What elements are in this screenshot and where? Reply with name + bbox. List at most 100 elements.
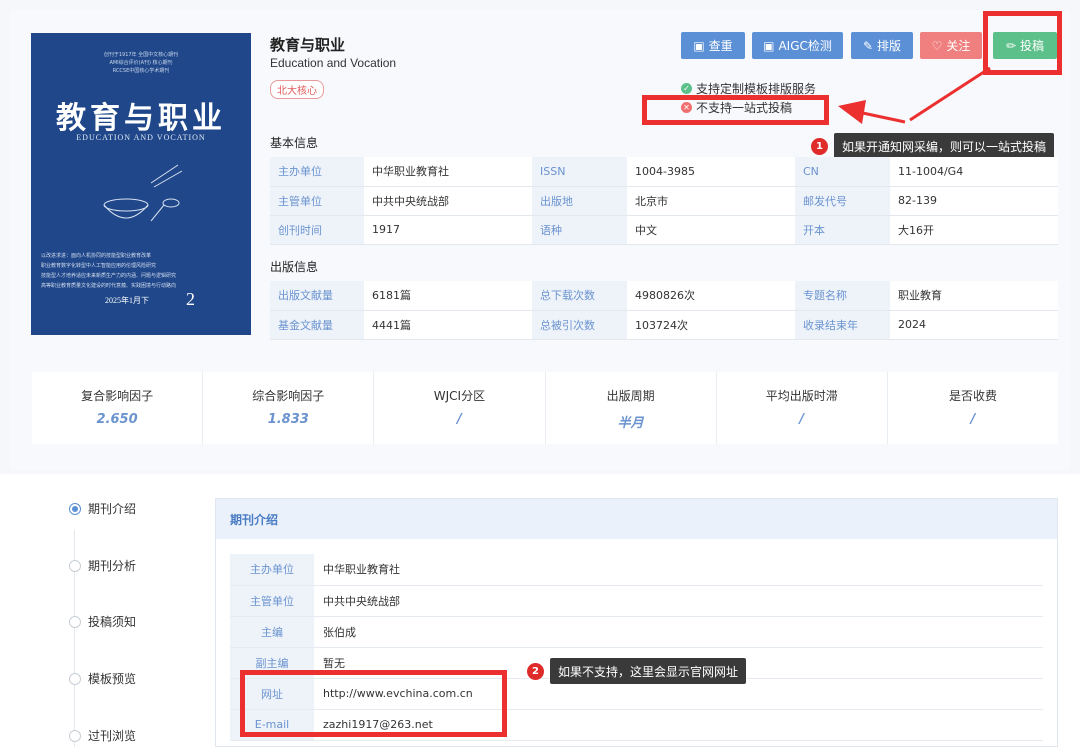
radio-icon (69, 672, 81, 685)
sidebar-item-intro[interactable]: 期刊介绍 (69, 500, 136, 517)
metric-value: 1.833 (267, 412, 309, 427)
check-circle-icon: ✓ (681, 83, 692, 94)
check-doc-icon: ▣ (693, 38, 705, 53)
radio-icon (69, 559, 81, 572)
cover-title: 教育与职业 (56, 101, 226, 136)
info-value: 中文 (627, 215, 795, 245)
cover-top-lines: 创刊于1917年 全国中文核心期刊 AMI综合评价(A刊) 核心期刊 RCCSE… (31, 51, 251, 75)
detail-value: 张伯成 (314, 616, 1043, 648)
metric-wjci: WJCI分区 / (374, 372, 546, 444)
aigc-doc-icon: ▣ (763, 38, 775, 53)
publish-info-table: 出版文献量 6181篇 总下载次数 4980826次 专题名称 职业教育 基金文… (270, 281, 1058, 340)
table-row: 主办单位 中华职业教育社 (230, 554, 1043, 586)
info-key: 主办单位 (270, 157, 364, 187)
plagiarism-check-button[interactable]: ▣ 查重 (681, 32, 745, 59)
info-value: 4441篇 (364, 310, 532, 340)
table-row: 主管单位 中共中央统战部 (230, 585, 1043, 617)
cover-line: 职业教育数字化转型中人工智能应用的伦理风险研究 (41, 263, 157, 269)
info-value: 11-1004/G4 (890, 157, 1058, 187)
metric-label: 复合影响因子 (81, 389, 154, 403)
publish-info-heading: 出版信息 (270, 260, 319, 274)
metrics-bar: 复合影响因子 2.650 综合影响因子 1.833 WJCI分区 / 出版周期 … (32, 372, 1058, 444)
detail-key: 主编 (230, 616, 314, 648)
info-key: 出版文献量 (270, 281, 364, 311)
info-key: 总下载次数 (532, 281, 627, 311)
info-key: 主管单位 (270, 186, 364, 216)
radio-icon (69, 615, 81, 628)
cover-line: 技能型人才培养适应未来新质生产力的内涵、问题与逻辑研究 (41, 273, 177, 279)
panel-title: 期刊介绍 (216, 499, 1057, 539)
cover-contents: 以改进求进：面向人机协同的技能型职业教育改革 职业教育数字化转型中人工智能应用的… (41, 251, 241, 291)
sidebar-item-analysis[interactable]: 期刊分析 (69, 557, 136, 574)
table-row: 主办单位 中华职业教育社 ISSN 1004-3985 CN 11-1004/G… (270, 157, 1058, 187)
metric-label: WJCI分区 (433, 389, 486, 403)
sidebar-item-template[interactable]: 模板预览 (69, 670, 136, 687)
button-label: 排版 (877, 39, 902, 53)
highlight-box-website (240, 670, 507, 737)
info-key: 邮发代号 (795, 186, 890, 216)
cover-line: AMI综合评价(A刊) 核心期刊 (109, 60, 173, 66)
sidebar-item-label: 过刊浏览 (88, 729, 137, 743)
typesetting-button[interactable]: ✎ 排版 (851, 32, 913, 59)
cover-line: RCCSE中国核心学术期刊 (112, 68, 170, 74)
journal-cover-image: 创刊于1917年 全国中文核心期刊 AMI综合评价(A刊) 核心期刊 RCCSE… (31, 33, 251, 335)
info-value: 大16开 (890, 215, 1058, 245)
sidebar-item-archive[interactable]: 过刊浏览 (69, 727, 136, 744)
metric-label: 综合影响因子 (252, 389, 325, 403)
metric-delay: 平均出版时滞 / (717, 372, 888, 444)
info-key: 总被引次数 (532, 310, 627, 340)
button-label: 关注 (946, 39, 971, 53)
info-value: 中华职业教育社 (364, 157, 532, 187)
button-label: 查重 (708, 39, 733, 53)
sidebar-item-guidelines[interactable]: 投稿须知 (69, 613, 136, 630)
info-key: 收录结束年 (795, 310, 890, 340)
info-key: 专题名称 (795, 281, 890, 311)
radio-icon (69, 502, 81, 515)
info-key: 语种 (532, 215, 627, 245)
basic-info-heading: 基本信息 (270, 136, 319, 150)
callout-tooltip-2: 如果不支持，这里会显示官网网址 (550, 658, 747, 684)
cover-line: 创刊于1917年 全国中文核心期刊 (103, 52, 179, 58)
info-key: CN (795, 157, 890, 187)
cover-date: 2025年1月下 (105, 296, 149, 305)
highlight-box-service (642, 95, 829, 125)
journal-english-title: Education and Vocation (270, 56, 397, 70)
cover-issue: 2 (186, 289, 195, 309)
basic-info-table: 主办单位 中华职业教育社 ISSN 1004-3985 CN 11-1004/G… (270, 157, 1058, 245)
metric-label: 出版周期 (606, 389, 655, 403)
info-value: 6181篇 (364, 281, 532, 311)
info-key: 基金文献量 (270, 310, 364, 340)
info-key: 开本 (795, 215, 890, 245)
info-value: 82-139 (890, 186, 1058, 216)
info-value: 中共中央统战部 (364, 186, 532, 216)
info-value: 4980826次 (627, 281, 795, 311)
sidebar-item-label: 模板预览 (88, 672, 137, 686)
info-value: 1004-3985 (627, 157, 795, 187)
radio-icon (69, 729, 81, 742)
cover-subtitle: EDUCATION AND VOCATION (76, 133, 206, 142)
info-value: 2024 (890, 310, 1058, 340)
metric-frequency: 出版周期 半月 (546, 372, 717, 444)
core-journal-badge: 北大核心 (270, 80, 324, 99)
metric-label: 是否收费 (948, 389, 997, 403)
info-value: 103724次 (627, 310, 795, 340)
follow-button[interactable]: ♡ 关注 (920, 32, 982, 59)
info-key: 创刊时间 (270, 215, 364, 245)
info-value: 北京市 (627, 186, 795, 216)
metric-value: 半月 (617, 416, 644, 431)
metric-comprehensive-if: 综合影响因子 1.833 (203, 372, 375, 444)
info-value: 1917 (364, 215, 532, 245)
table-row: 主编 张伯成 (230, 616, 1043, 648)
callout-tooltip-1: 如果开通知网采编，则可以一站式投稿 (834, 133, 1055, 159)
sidebar-item-label: 期刊分析 (88, 559, 137, 573)
metric-label: 平均出版时滞 (765, 389, 838, 403)
sidebar-item-label: 期刊介绍 (88, 502, 137, 516)
table-row: 基金文献量 4441篇 总被引次数 103724次 收录结束年 2024 (270, 310, 1058, 340)
detail-key: 主管单位 (230, 585, 314, 617)
callout-number-2: 2 (527, 663, 544, 680)
bowl-chopsticks-illustration (103, 164, 183, 222)
metric-value: / (457, 412, 462, 427)
heart-icon: ♡ (931, 38, 943, 53)
aigc-detect-button[interactable]: ▣ AIGC检测 (752, 32, 843, 59)
journal-title: 教育与职业 (270, 36, 346, 54)
